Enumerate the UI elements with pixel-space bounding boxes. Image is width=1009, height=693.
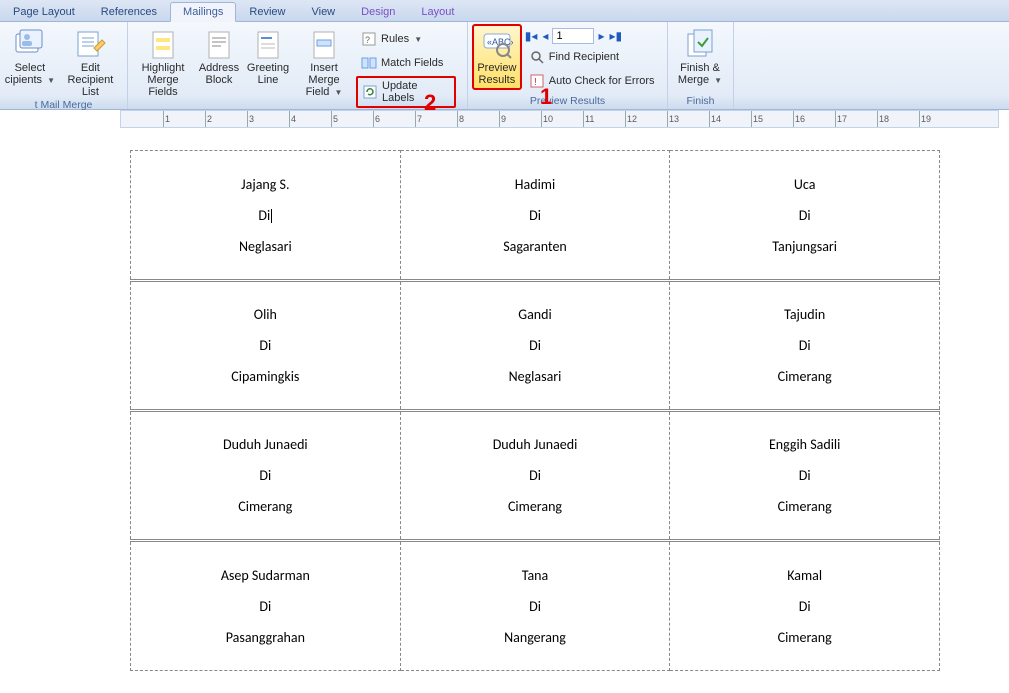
svg-text:!: ! [534, 77, 537, 88]
edit-recipient-list-button[interactable]: EditRecipient List [58, 24, 123, 98]
label-cell[interactable]: UcaDiTanjungsari [670, 151, 940, 281]
rules-icon: ? [361, 31, 377, 47]
page[interactable]: Jajang S.DiNeglasariHadimiDiSagarantenUc… [120, 130, 950, 693]
tab-references[interactable]: References [88, 2, 170, 21]
label-cell[interactable]: Asep SudarmanDiPasanggrahan [131, 541, 401, 671]
highlight-merge-fields-button[interactable]: HighlightMerge Fields [132, 24, 194, 98]
prev-record-button[interactable]: ◂ [541, 29, 549, 43]
insert-field-icon [308, 28, 340, 60]
address-block-button[interactable]: AddressBlock [196, 24, 242, 86]
label-cell[interactable]: TajudinDiCimerang [670, 281, 940, 411]
edit-list-icon [74, 28, 106, 60]
labels-table: Jajang S.DiNeglasariHadimiDiSagarantenUc… [130, 150, 940, 671]
ruler-area: 12345678910111213141516171819 [0, 110, 1009, 130]
label-cell[interactable]: HadimiDiSagaranten [400, 151, 670, 281]
label-cell[interactable]: OlihDiCipamingkis [131, 281, 401, 411]
greeting-line-icon [252, 28, 284, 60]
tab-review[interactable]: Review [236, 2, 298, 21]
document-area: Jajang S.DiNeglasariHadimiDiSagarantenUc… [0, 130, 1009, 693]
ribbon-tabs: Page Layout References Mailings Review V… [0, 0, 1009, 22]
find-recipient-button[interactable]: Find Recipient [524, 46, 663, 68]
label-cell[interactable]: GandiDiNeglasari [400, 281, 670, 411]
update-labels-button[interactable]: Update Labels [356, 76, 456, 108]
label-cell[interactable]: TanaDiNangerang [400, 541, 670, 671]
group-label-preview: Preview Results [472, 94, 663, 109]
tab-layout[interactable]: Layout [408, 2, 467, 21]
tab-mailings[interactable]: Mailings [170, 2, 236, 22]
preview-results-button[interactable]: «ABC» PreviewResults [472, 24, 522, 90]
tab-page-layout[interactable]: Page Layout [0, 2, 88, 21]
svg-text:?: ? [365, 35, 370, 45]
annotation-1: 1 [540, 84, 552, 110]
select-recipients-button[interactable]: Selectcipients ▼ [4, 24, 56, 87]
tab-view[interactable]: View [298, 2, 348, 21]
update-labels-icon [362, 84, 378, 100]
find-icon [529, 49, 545, 65]
ribbon: Selectcipients ▼ EditRecipient List t Ma… [0, 22, 1009, 110]
first-record-button[interactable]: ▮◂ [524, 29, 539, 43]
match-fields-button[interactable]: Match Fields [356, 52, 456, 74]
record-number-input[interactable] [552, 28, 594, 44]
record-nav: ▮◂ ◂ ▸ ▸▮ [524, 28, 663, 44]
finish-merge-icon [684, 28, 716, 60]
recipients-icon [14, 28, 46, 60]
tab-design[interactable]: Design [348, 2, 408, 21]
rules-button[interactable]: ? Rules ▼ [356, 28, 456, 50]
label-cell[interactable]: Enggih SadiliDiCimerang [670, 411, 940, 541]
finish-merge-button[interactable]: Finish &Merge ▼ [672, 24, 728, 87]
horizontal-ruler[interactable]: 12345678910111213141516171819 [120, 110, 999, 128]
label-cell[interactable]: Duduh JunaediDiCimerang [131, 411, 401, 541]
address-block-icon [203, 28, 235, 60]
highlight-icon [147, 28, 179, 60]
insert-merge-field-button[interactable]: Insert MergeField ▼ [294, 24, 354, 99]
label-cell[interactable]: KamalDiCimerang [670, 541, 940, 671]
preview-results-icon: «ABC» [481, 28, 513, 60]
label-cell[interactable]: Jajang S.DiNeglasari [131, 151, 401, 281]
label-cell[interactable]: Duduh JunaediDiCimerang [400, 411, 670, 541]
greeting-line-button[interactable]: GreetingLine [244, 24, 292, 86]
group-label-finish: Finish [672, 94, 729, 109]
match-fields-icon [361, 55, 377, 71]
last-record-button[interactable]: ▸▮ [608, 29, 623, 43]
next-record-button[interactable]: ▸ [597, 29, 605, 43]
